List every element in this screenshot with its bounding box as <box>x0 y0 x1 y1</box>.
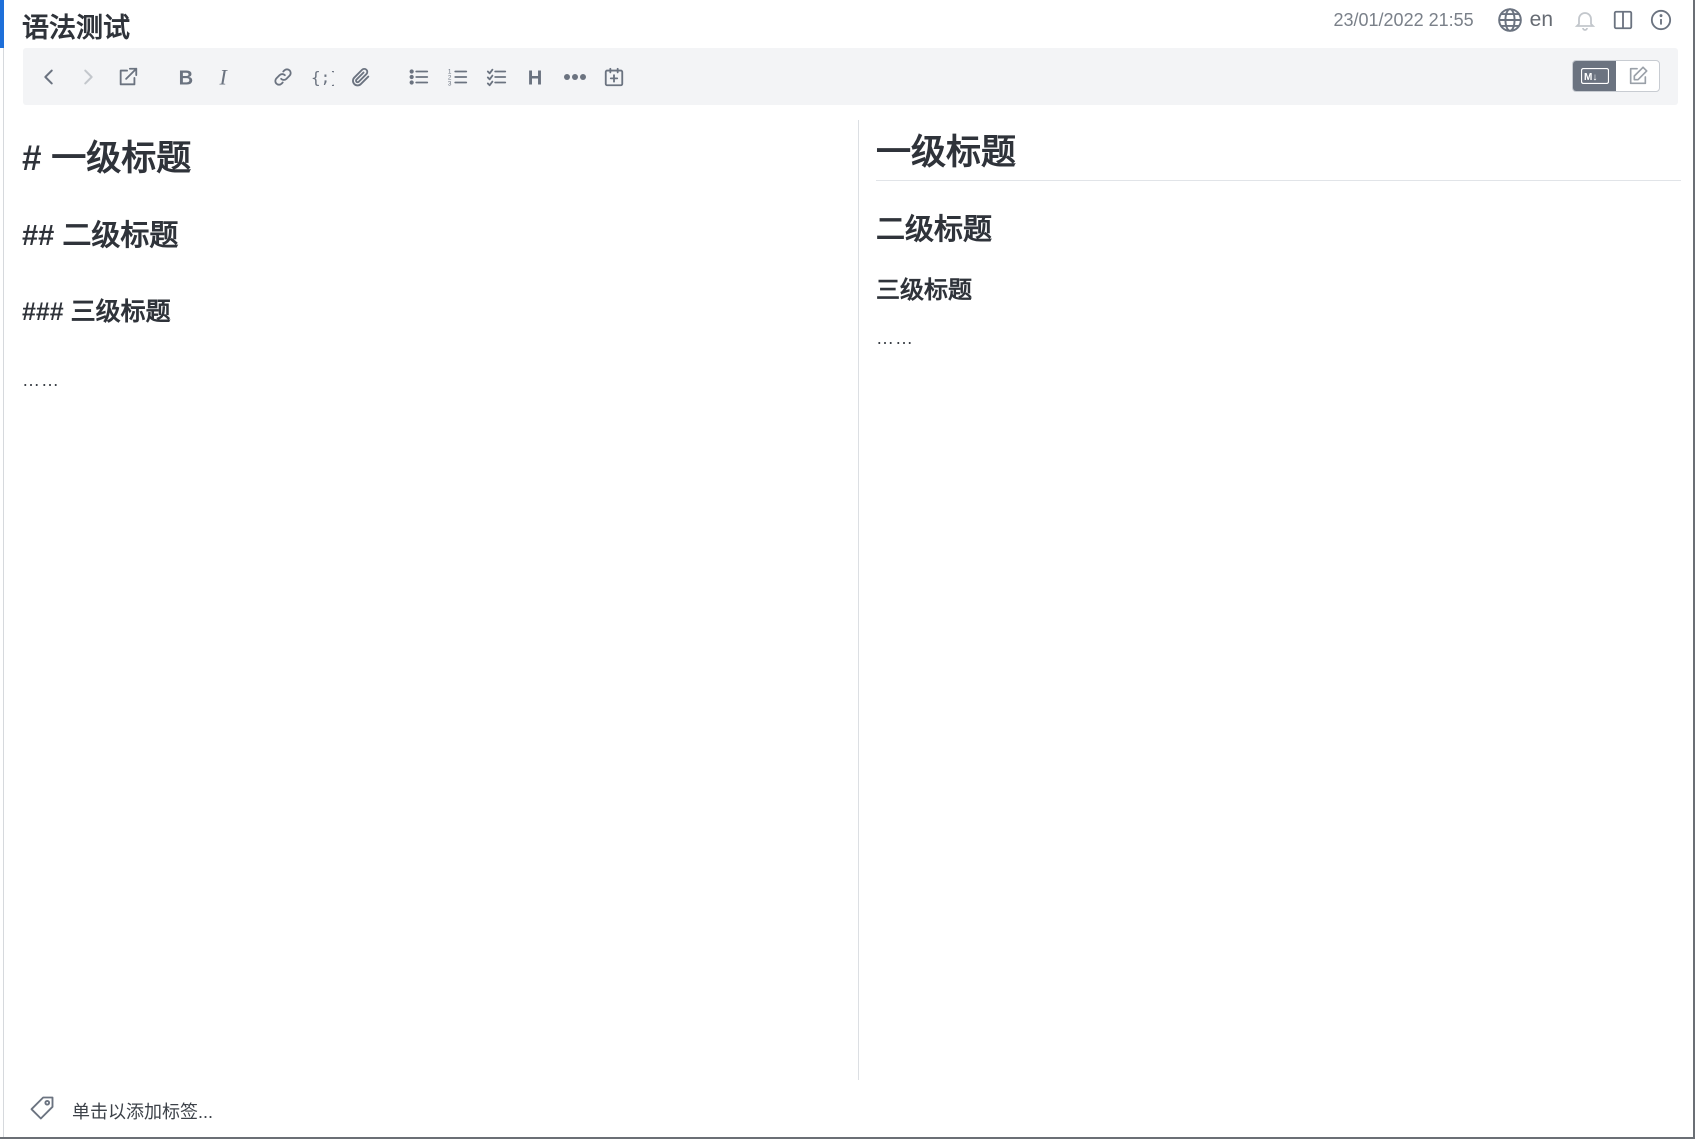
split-divider[interactable] <box>858 120 859 1080</box>
preview-heading-3: 三级标题 <box>876 277 972 304</box>
source-heading-1: # 一级标题 <box>22 139 192 178</box>
back-icon[interactable] <box>33 61 65 93</box>
markdown-mode-button[interactable]: M↓ <box>1573 61 1616 91</box>
attachment-icon[interactable] <box>345 61 377 93</box>
italic-icon[interactable]: I <box>209 61 241 93</box>
editor-toolbar: B I {;} 1 2 3 H <box>23 48 1678 105</box>
language-label: en <box>1529 8 1553 31</box>
code-icon[interactable]: {;} <box>306 61 338 93</box>
spellcheck-language-button[interactable]: en <box>1496 6 1553 34</box>
checklist-icon[interactable] <box>481 61 513 93</box>
bold-icon[interactable]: B <box>170 61 202 93</box>
svg-text:B: B <box>179 67 194 89</box>
svg-text:{;}: {;} <box>311 68 334 87</box>
note-datetime[interactable]: 23/01/2022 21:55 <box>1334 10 1474 31</box>
tag-bar[interactable]: 单击以添加标签... <box>28 1094 213 1127</box>
horizontal-rule-icon[interactable] <box>559 61 591 93</box>
globe-icon <box>1496 6 1524 34</box>
bulleted-list-icon[interactable] <box>403 61 435 93</box>
source-heading-3: ### 三级标题 <box>22 298 171 326</box>
source-paragraph: …… <box>22 370 60 390</box>
add-tag-placeholder[interactable]: 单击以添加标签... <box>72 1098 213 1124</box>
markdown-mode-label: M↓ <box>1584 72 1597 83</box>
split-view-icon[interactable] <box>1609 6 1637 34</box>
svg-text:3: 3 <box>448 80 452 87</box>
active-note-indicator <box>0 0 4 48</box>
link-icon[interactable] <box>267 61 299 93</box>
bell-icon[interactable] <box>1571 6 1599 34</box>
markdown-preview: 一级标题 二级标题 三级标题 …… <box>876 120 1681 1080</box>
insert-datetime-icon[interactable] <box>598 61 630 93</box>
tag-icon <box>28 1094 56 1127</box>
editor-mode-toggle: M↓ <box>1572 60 1660 92</box>
rich-text-mode-button[interactable] <box>1616 61 1659 91</box>
svg-text:I: I <box>219 65 229 89</box>
preview-heading-2: 二级标题 <box>876 214 993 246</box>
markdown-editor[interactable]: # 一级标题 ## 二级标题 ### 三级标题 …… <box>22 120 852 1080</box>
source-heading-2: ## 二级标题 <box>22 220 179 252</box>
external-edit-icon[interactable] <box>112 61 144 93</box>
preview-heading-1: 一级标题 <box>876 133 1017 172</box>
numbered-list-icon[interactable]: 1 2 3 <box>442 61 474 93</box>
note-header-meta: 23/01/2022 21:55 en <box>1334 6 1676 34</box>
info-icon[interactable] <box>1647 6 1675 34</box>
preview-heading-rule <box>876 180 1681 181</box>
heading-icon[interactable]: H <box>520 61 552 93</box>
note-title[interactable]: 语法测试 <box>22 6 130 45</box>
left-border <box>3 48 4 1139</box>
forward-icon[interactable] <box>72 61 104 93</box>
preview-paragraph: …… <box>876 328 914 348</box>
svg-text:H: H <box>528 67 543 89</box>
